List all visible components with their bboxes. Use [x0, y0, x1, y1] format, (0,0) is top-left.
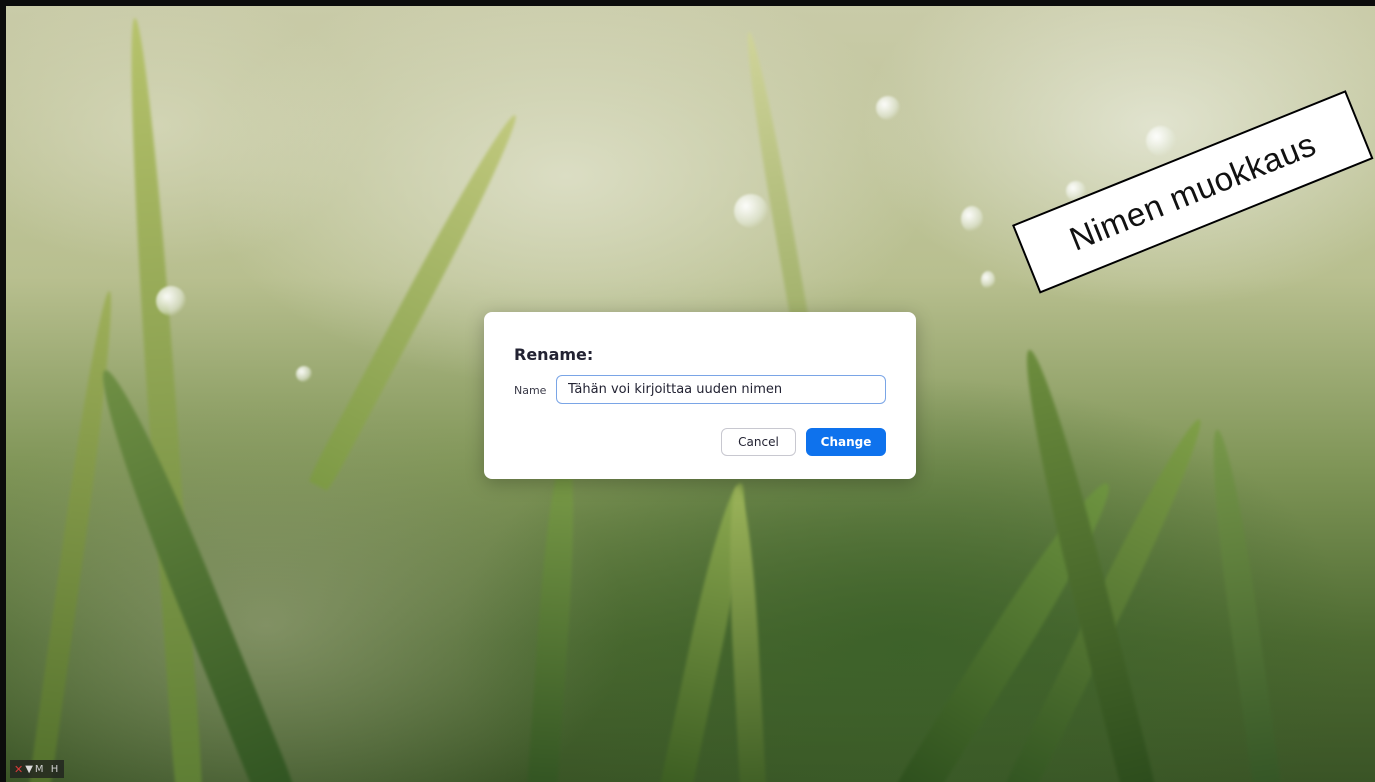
meeting-video-area: Nimen muokkaus Rename: Name Cancel Chang…	[0, 0, 1375, 782]
name-input[interactable]	[556, 375, 886, 404]
pin-icon: ▼	[25, 763, 33, 775]
change-button-label: Change	[820, 435, 872, 449]
rename-dialog: Rename: Name Cancel Change	[484, 312, 916, 479]
muted-mic-icon: ✕	[14, 762, 24, 776]
change-button[interactable]: Change	[806, 428, 886, 456]
name-field-label: Name	[514, 384, 547, 397]
participant-status-bar: ✕ ▼ M H	[10, 760, 65, 778]
participant-initials: M H	[34, 763, 61, 775]
dialog-title: Rename:	[514, 345, 594, 364]
cancel-button[interactable]: Cancel	[721, 428, 796, 456]
cancel-button-label: Cancel	[738, 435, 779, 449]
